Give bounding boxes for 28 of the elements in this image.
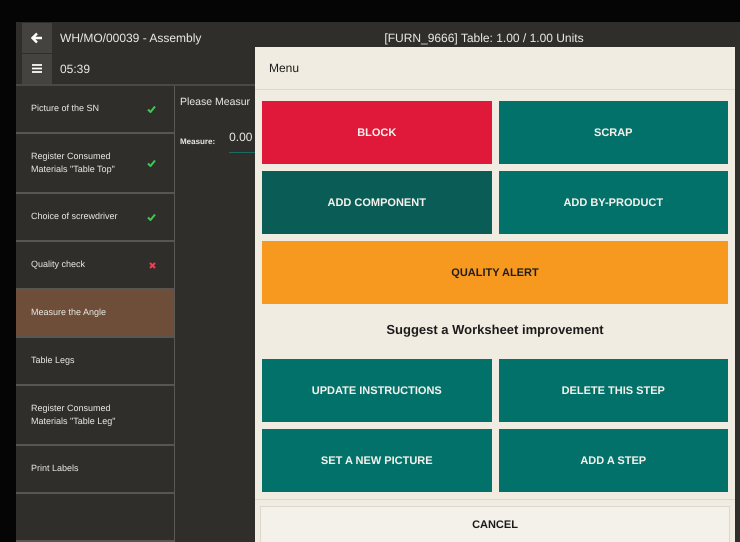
- suggestion-button[interactable]: UPDATE INSTRUCTIONS: [262, 359, 492, 422]
- action-button[interactable]: ADD COMPONENT: [262, 171, 492, 234]
- step-item[interactable]: Choice of screwdriver: [16, 194, 174, 242]
- action-button[interactable]: SCRAP: [498, 101, 728, 164]
- suggestion-button[interactable]: DELETE THIS STEP: [498, 359, 728, 422]
- product-quantity: [FURN_9666] Table: 1.00 / 1.00 Units: [384, 30, 584, 44]
- step-item[interactable]: Picture of the SN: [16, 86, 174, 134]
- step-item[interactable]: Measure the Angle: [16, 290, 174, 338]
- cancel-button[interactable]: CANCEL: [260, 506, 730, 542]
- step-item[interactable]: Table Legs: [16, 338, 174, 386]
- step-item[interactable]: Print Labels: [16, 446, 174, 494]
- action-button[interactable]: BLOCK: [262, 101, 492, 164]
- menu-icon: [32, 64, 42, 73]
- step-item[interactable]: Register Consumed Materials "Table Leg": [16, 386, 174, 446]
- back-arrow-icon: [31, 32, 43, 44]
- section-title: Suggest a Worksheet improvement: [385, 321, 605, 339]
- back-button[interactable]: [22, 22, 52, 52]
- dialog-title: Menu: [269, 61, 300, 75]
- order-title: WH/MO/00039 - Assembly: [60, 30, 202, 44]
- measure-label: Measure:: [180, 137, 216, 146]
- step-item[interactable]: Register Consumed Materials "Table Top": [16, 134, 174, 194]
- suggestion-button[interactable]: ADD A STEP: [498, 429, 728, 492]
- action-button[interactable]: ADD BY-PRODUCT: [498, 171, 728, 234]
- timer: 05:39: [60, 62, 90, 76]
- suggestion-button[interactable]: SET A NEW PICTURE: [262, 429, 492, 492]
- instruction-text: Please Measur: [180, 96, 252, 108]
- action-button[interactable]: QUALITY ALERT: [262, 241, 728, 304]
- menu-button[interactable]: [22, 54, 52, 84]
